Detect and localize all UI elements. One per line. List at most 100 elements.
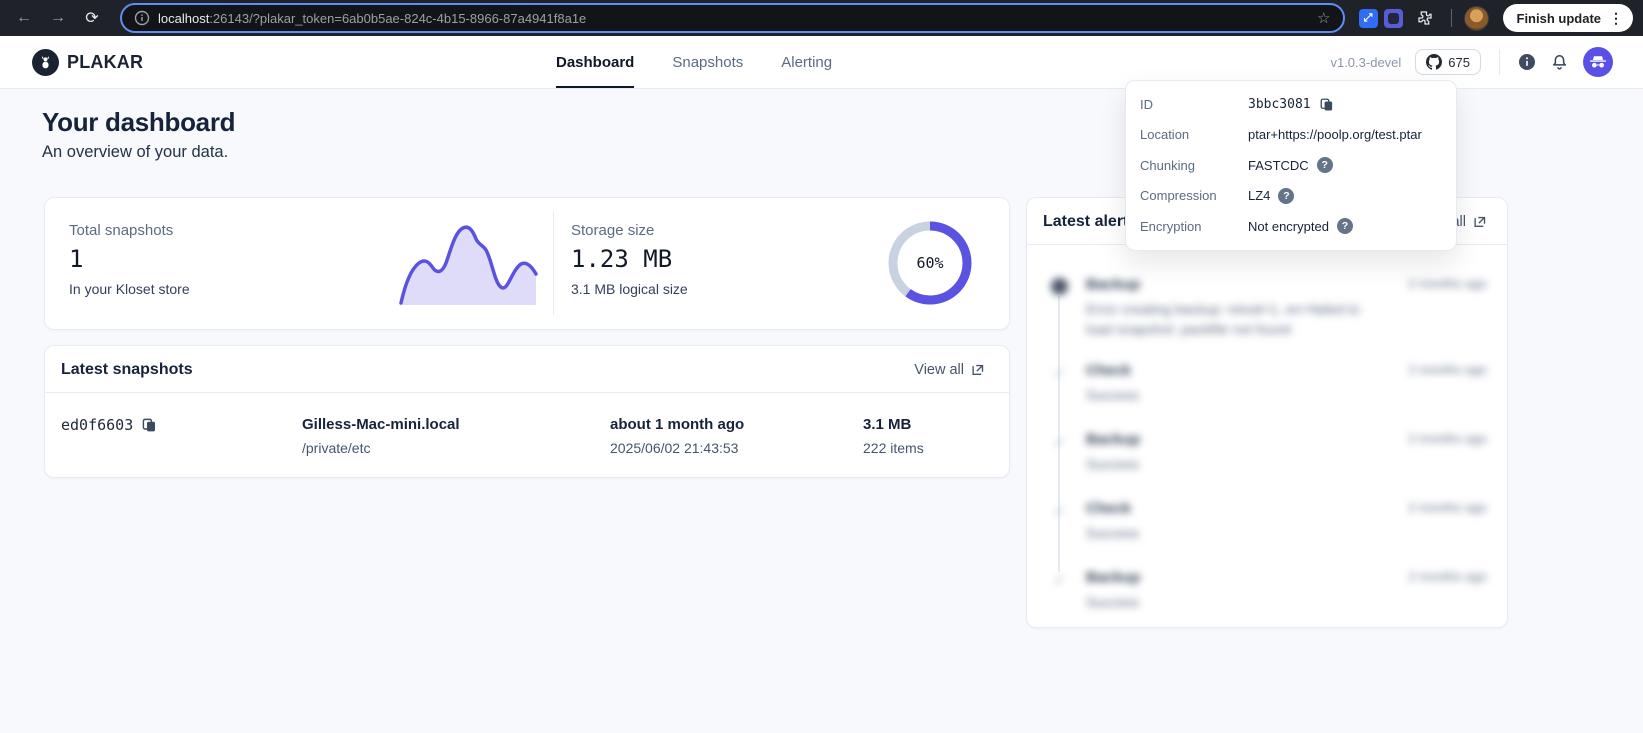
help-icon[interactable]: ? [1337,218,1353,234]
storage-size-value: 1.23 MB [571,245,688,273]
plakar-logo[interactable]: PLAKAR [32,36,143,88]
popover-label: Compression [1140,188,1248,203]
finish-update-label: Finish update [1517,11,1602,26]
snapshots-view-all-link[interactable]: View all [914,362,985,378]
alert-error-icon [1051,278,1068,295]
extensions-puzzle-icon[interactable] [1411,4,1439,32]
alert-description: Error creating backup: retval=1, err=fai… [1086,299,1390,340]
refresh-icon[interactable]: ⟳ [78,4,106,32]
url-path: :26143/?plakar_token=6ab0b5ae-824c-4b15-… [209,11,586,26]
header-separator [1499,49,1500,75]
alert-title: Check [1086,362,1139,379]
popover-row-location: Location ptar+https://poolp.org/test.pta… [1126,120,1456,151]
screen: ← → ⟳ localhost:26143/?plakar_token=6ab0… [0,0,1643,733]
snapshot-age: about 1 month ago [610,416,744,433]
info-icon[interactable] [1518,53,1536,71]
repository-info-popover: ID 3bbc3081 Location ptar+https://poolp.… [1125,80,1457,251]
finish-update-button[interactable]: Finish update ⋮ [1503,4,1634,32]
browser-toolbar: ← → ⟳ localhost:26143/?plakar_token=6ab0… [0,0,1643,36]
help-icon[interactable]: ? [1317,157,1333,173]
total-snapshots-stat: Total snapshots 1 In your Kloset store [69,222,190,297]
alert-item[interactable]: ✓ Backup Success 2 months ago [1051,569,1487,612]
alert-time: 2 months ago [1408,431,1487,474]
alert-description: Success [1086,454,1140,474]
snapshot-path: /private/etc [302,440,460,456]
external-link-icon [970,363,985,378]
user-avatar[interactable] [1583,47,1613,77]
alert-check-icon: ✓ [1051,433,1068,450]
alert-description: Success [1086,385,1139,405]
snapshot-items: 222 items [863,440,924,456]
alert-description: Success [1086,523,1139,543]
latest-snapshots-header: Latest snapshots View all [45,346,1009,393]
repo-encryption-value: Not encrypted [1248,219,1329,234]
url-text[interactable]: localhost:26143/?plakar_token=6ab0b5ae-8… [158,11,1309,26]
alert-title: Check [1086,500,1139,517]
popover-label: Chunking [1140,158,1248,173]
forward-icon[interactable]: → [44,4,72,32]
storage-donut-chart: 60% [885,218,975,308]
help-icon[interactable]: ? [1278,188,1294,204]
browser-profile-avatar[interactable] [1464,6,1489,31]
copy-icon[interactable] [1319,97,1334,112]
tab-dashboard[interactable]: Dashboard [556,36,634,88]
github-stars-button[interactable]: 675 [1415,49,1481,75]
total-snapshots-label: Total snapshots [69,222,190,239]
alert-title: Backup [1086,276,1390,293]
stats-divider [553,212,554,315]
extension-purple-icon[interactable] [1384,9,1403,28]
back-icon[interactable]: ← [10,4,38,32]
snapshot-host: Gilless-Mac-mini.local [302,416,460,433]
popover-label: Encryption [1140,219,1248,234]
site-info-icon[interactable] [134,10,150,26]
extension-blue-icon[interactable]: ⤢ [1359,9,1378,28]
alert-check-icon: ✓ [1051,364,1068,381]
notifications-bell-icon[interactable] [1550,53,1569,72]
alert-item[interactable]: ✓ Check Success 2 months ago [1051,500,1487,543]
chrome-menu-icon[interactable]: ⋮ [1609,11,1623,25]
storage-size-label: Storage size [571,222,688,239]
alert-item[interactable]: Backup Error creating backup: retval=1, … [1051,276,1487,340]
storage-size-stat: Storage size 1.23 MB 3.1 MB logical size [571,222,688,297]
alert-time: 2 months ago [1408,500,1487,543]
popover-row-id: ID 3bbc3081 [1126,89,1456,120]
repo-id-value: 3bbc3081 [1248,97,1311,112]
alert-time: 2 months ago [1408,276,1487,340]
page-subtitle: An overview of your data. [42,143,228,162]
snapshots-sparkline-chart [397,221,539,305]
alert-title: Backup [1086,569,1140,586]
popover-label: Location [1140,127,1248,142]
nav-tabs: Dashboard Snapshots Alerting [556,36,832,88]
alert-title: Backup [1086,431,1140,448]
url-host: localhost [158,11,209,26]
repo-compression-value: LZ4 [1248,188,1270,203]
latest-snapshots-title: Latest snapshots [61,361,193,379]
snapshot-id[interactable]: ed0f6603 [61,416,133,434]
alert-check-icon: ✓ [1051,571,1068,588]
tab-snapshots[interactable]: Snapshots [672,36,743,88]
total-snapshots-caption: In your Kloset store [69,281,190,297]
repo-location-value: ptar+https://poolp.org/test.ptar [1248,127,1422,142]
snapshot-row[interactable]: ed0f6603 Gilless-Mac-mini.local /private… [45,402,1009,416]
address-bar[interactable]: localhost:26143/?plakar_token=6ab0b5ae-8… [120,3,1345,33]
alert-item[interactable]: ✓ Backup Success 2 months ago [1051,431,1487,474]
popover-row-chunking: Chunking FASTCDC ? [1126,150,1456,181]
popover-label: ID [1140,97,1248,112]
github-stars-count: 675 [1448,55,1470,70]
alert-item[interactable]: ✓ Check Success 2 months ago [1051,362,1487,405]
bookmark-star-icon[interactable]: ☆ [1317,9,1330,27]
plakar-logo-icon [32,49,59,76]
brand-name: PLAKAR [67,52,143,73]
toolbar-separator [1451,9,1452,27]
donut-percent-label: 60% [885,218,975,308]
github-icon [1426,54,1442,70]
page-title: Your dashboard [42,107,235,138]
incognito-icon [1589,56,1607,69]
copy-icon[interactable] [141,417,157,433]
popover-row-encryption: Encryption Not encrypted ? [1126,211,1456,242]
alert-description: Success [1086,592,1140,612]
storage-size-caption: 3.1 MB logical size [571,281,688,297]
tab-alerting[interactable]: Alerting [781,36,832,88]
snapshot-date: 2025/06/02 21:43:53 [610,440,744,456]
latest-alerts-card: Latest alerts View all Backup Error crea… [1026,197,1508,628]
